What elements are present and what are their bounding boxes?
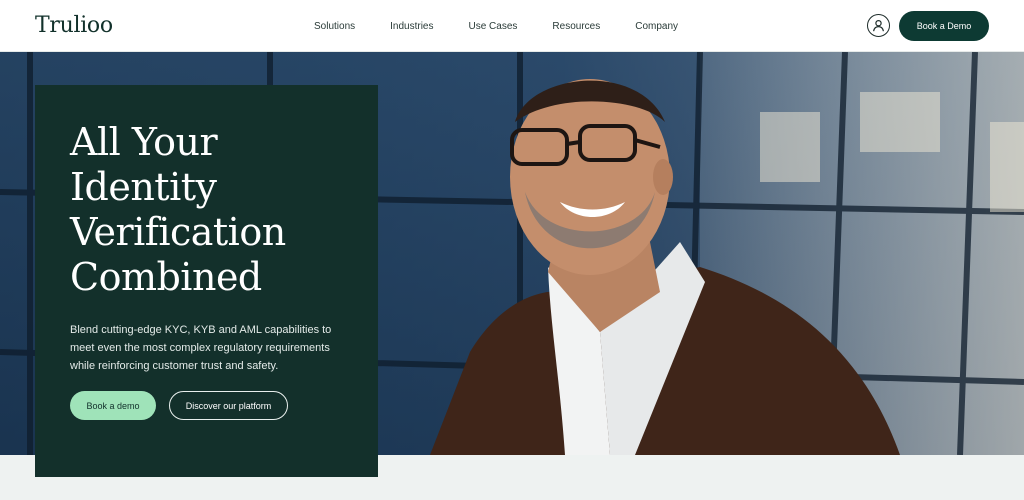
account-button[interactable]	[867, 14, 890, 37]
site-header: Trulioo Solutions Industries Use Cases R…	[0, 0, 1024, 52]
book-demo-cta[interactable]: Book a demo	[70, 391, 156, 420]
logo[interactable]: Trulioo	[35, 13, 113, 38]
hero-headline: All Your Identity Verification Combined	[70, 120, 360, 300]
hero-subtitle: Blend cutting-edge KYC, KYB and AML capa…	[70, 324, 332, 372]
nav-industries[interactable]: Industries	[390, 21, 433, 32]
user-icon	[873, 19, 884, 32]
headline-line: Combined	[70, 255, 262, 299]
headline-line: Verification	[70, 210, 286, 254]
nav-company[interactable]: Company	[635, 21, 678, 32]
main-nav: Solutions Industries Use Cases Resources…	[314, 0, 713, 52]
hero-card: All Your Identity Verification Combined …	[35, 85, 378, 477]
headline-line: All Your	[70, 120, 218, 164]
nav-resources[interactable]: Resources	[552, 21, 600, 32]
nav-solutions[interactable]: Solutions	[314, 21, 355, 32]
book-demo-button[interactable]: Book a Demo	[899, 11, 989, 41]
headline-line: Identity	[70, 165, 217, 209]
discover-platform-cta[interactable]: Discover our platform	[169, 391, 288, 420]
nav-use-cases[interactable]: Use Cases	[469, 21, 518, 32]
